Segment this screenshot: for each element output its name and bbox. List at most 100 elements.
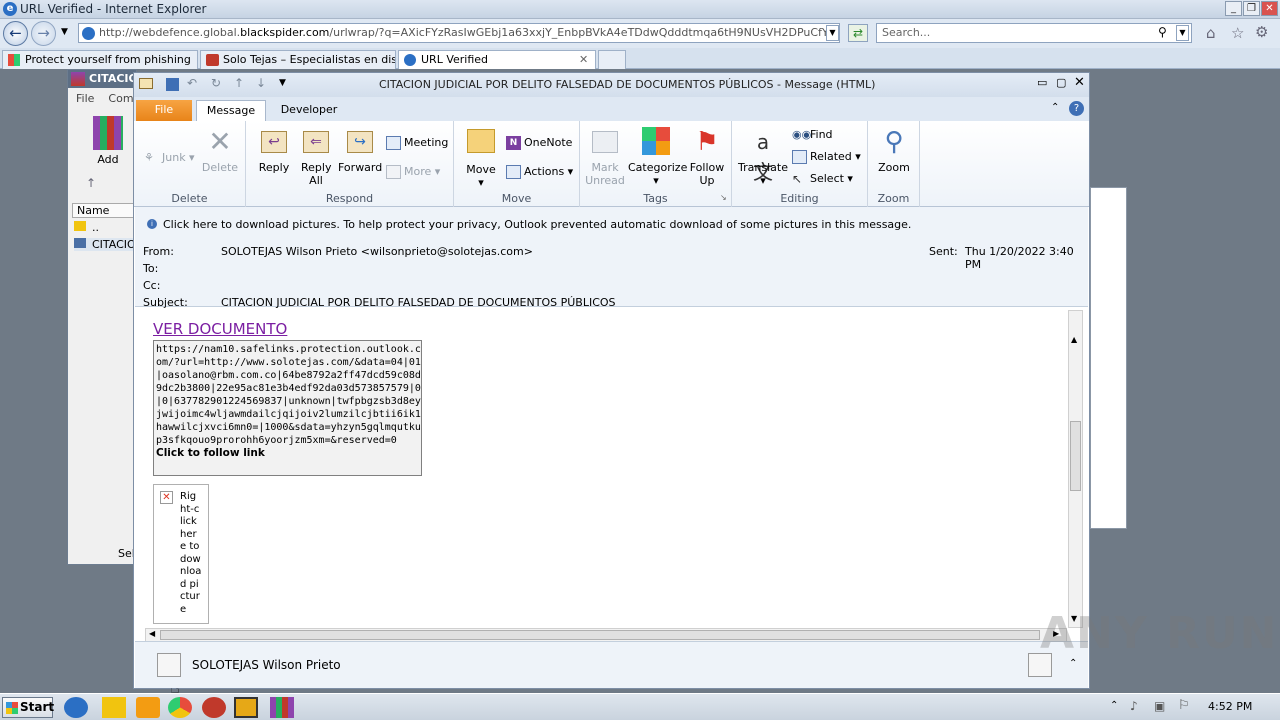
from-value[interactable]: SOLOTEJAS Wilson Prieto <wilsonprieto@so… (221, 245, 533, 258)
previous-item-icon[interactable]: ↑ (234, 76, 244, 90)
tab-label: Protect yourself from phishing (25, 53, 191, 66)
blocked-image-placeholder[interactable]: ✕ Right-click here to download picture (153, 484, 209, 624)
meeting-button[interactable]: Meeting (386, 136, 448, 150)
address-dropdown-icon[interactable]: ▼ (826, 25, 839, 41)
magnifier-icon: ⚲ (884, 127, 904, 157)
windows-logo-icon (6, 702, 18, 714)
delete-button[interactable]: ✕ Delete (200, 127, 240, 175)
history-dropdown-icon[interactable]: ▼ (61, 27, 68, 37)
find-button[interactable]: ◉◉ Find (792, 128, 833, 142)
archive-books-icon (93, 116, 123, 150)
scroll-up-icon[interactable]: ▲ (1071, 335, 1077, 344)
taskbar-outlook-icon[interactable] (234, 697, 258, 718)
save-icon[interactable] (166, 78, 179, 91)
ol-maximize-button[interactable]: ▢ (1056, 76, 1066, 89)
related-button[interactable]: Related ▾ (792, 150, 861, 164)
search-icon[interactable]: ⚲ (1158, 25, 1167, 39)
ribbon-collapse-icon[interactable]: ⌃ (1051, 102, 1059, 113)
people-pane-expand-icon[interactable]: ⌃ (1069, 658, 1077, 669)
help-icon[interactable]: ? (1069, 101, 1084, 116)
more-button[interactable]: More ▾ (386, 165, 440, 179)
onenote-button[interactable]: N OneNote (506, 136, 572, 150)
follow-up-button[interactable]: ⚑ Follow Up (686, 127, 728, 187)
winrar-row-file[interactable]: CITACIO (74, 238, 136, 251)
group-tags: Mark Unread Categorize ▾ ⚑ Follow Up ↘ Ta… (580, 121, 732, 207)
home-icon[interactable]: ⌂ (1206, 24, 1216, 42)
forward-button[interactable]: → (31, 21, 56, 46)
image-placeholder-text: Right-click here to download picture (180, 491, 202, 615)
restore-button[interactable]: ❐ (1243, 1, 1260, 16)
action-center-flag-icon[interactable]: ⚐ (1178, 698, 1190, 713)
move-button[interactable]: Move ▾ (462, 127, 500, 189)
calendar-icon (386, 136, 401, 150)
h-scroll-thumb[interactable] (160, 630, 1040, 640)
zoom-button[interactable]: ⚲ Zoom (874, 127, 914, 174)
junk-button[interactable]: ⚘ Junk ▾ (144, 151, 195, 165)
refresh-icon[interactable]: ⇄ (848, 24, 868, 42)
actions-button[interactable]: Actions ▾ (506, 165, 573, 179)
search-input[interactable]: Search... (876, 23, 1192, 43)
tab-file[interactable]: File (136, 100, 192, 121)
taskbar-media-icon[interactable] (136, 697, 160, 718)
taskbar-winrar-icon[interactable] (270, 697, 294, 718)
quick-access-dropdown-icon[interactable]: ▼ (279, 78, 286, 88)
onenote-label: OneNote (524, 136, 573, 149)
tab-solo-tejas[interactable]: Solo Tejas – Especialistas en dis... (200, 50, 396, 69)
reply-button[interactable]: ↩ Reply (254, 127, 294, 174)
sender-avatar[interactable] (157, 653, 181, 677)
download-pictures-infobar[interactable]: i Click here to download pictures. To he… (135, 207, 1088, 239)
address-bar[interactable]: http://webdefence.global.blackspider.com… (78, 23, 840, 43)
winrar-column-name[interactable]: Name (72, 203, 136, 218)
broken-image-icon: ✕ (160, 491, 173, 504)
mark-unread-button[interactable]: Mark Unread (584, 127, 626, 187)
network-icon[interactable]: ▣ (1154, 699, 1165, 713)
tray-expand-icon[interactable]: ⌃ (1110, 700, 1118, 711)
tab-protect-yourself[interactable]: Protect yourself from phishing (2, 50, 198, 69)
scroll-thumb[interactable] (1070, 421, 1081, 491)
undo-icon[interactable]: ↶ (187, 76, 197, 90)
next-item-icon[interactable]: ↓ (256, 76, 266, 90)
volume-icon[interactable]: ♪ (1130, 699, 1138, 713)
ie-address-row: ← → ▼ http://webdefence.global.blackspid… (0, 19, 1280, 48)
mark-unread-label: Mark Unread (585, 161, 625, 187)
taskbar-explorer-icon[interactable] (102, 697, 126, 718)
taskbar-ie-icon[interactable] (64, 697, 88, 718)
body-vertical-scrollbar[interactable]: ▲ ▼ (1068, 310, 1083, 628)
up-arrow-icon[interactable]: ↑ (86, 176, 96, 190)
tab-label: Solo Tejas – Especialistas en dis... (223, 53, 396, 66)
new-tab-button[interactable] (598, 50, 626, 69)
people-pane-name[interactable]: SOLOTEJAS Wilson Prieto (192, 658, 341, 672)
start-button[interactable]: Start (2, 697, 54, 718)
search-dropdown-icon[interactable]: ▼ (1176, 25, 1189, 41)
ol-close-button[interactable]: ✕ (1074, 75, 1085, 90)
ver-documento-link[interactable]: VER DOCUMENTO (153, 320, 287, 338)
winrar-menu-file[interactable]: File (76, 92, 94, 105)
minimize-button[interactable]: _ (1225, 1, 1242, 16)
reply-all-button[interactable]: ⇐ Reply All (296, 127, 336, 187)
tab-developer[interactable]: Developer (272, 100, 346, 121)
tab-url-verified[interactable]: URL Verified ✕ (398, 50, 596, 69)
translate-button[interactable]: a文 Translate ▾ (736, 127, 790, 187)
categorize-button[interactable]: Categorize ▾ (628, 127, 687, 187)
scroll-left-icon[interactable]: ◀ (149, 629, 155, 638)
find-label: Find (810, 128, 833, 141)
gear-icon[interactable]: ⚙ (1255, 23, 1268, 41)
tab-message[interactable]: Message (196, 100, 266, 121)
select-button[interactable]: ↖ Select ▾ (792, 172, 853, 186)
translate-icon: a文 (753, 130, 773, 184)
taskbar-chrome-icon[interactable] (168, 697, 192, 718)
taskbar-opera-icon[interactable] (202, 697, 226, 718)
ie-logo-icon: e (3, 2, 17, 16)
winrar-row-up[interactable]: .. (74, 221, 99, 234)
forward-button-mail[interactable]: ↪ Forward (338, 127, 382, 174)
body-horizontal-scrollbar[interactable]: ◀ ▶ (145, 628, 1067, 642)
close-button[interactable]: ✕ (1261, 1, 1278, 16)
clock[interactable]: 4:52 PM (1208, 700, 1252, 713)
favorites-star-icon[interactable]: ☆ (1231, 24, 1244, 42)
ol-minimize-button[interactable]: ▭ (1037, 76, 1047, 89)
tab-close-icon[interactable]: ✕ (579, 51, 588, 68)
back-button[interactable]: ← (3, 21, 28, 46)
redo-icon[interactable]: ↻ (211, 76, 221, 90)
related-icon (792, 150, 807, 164)
winrar-add-button[interactable]: Add (90, 116, 126, 166)
